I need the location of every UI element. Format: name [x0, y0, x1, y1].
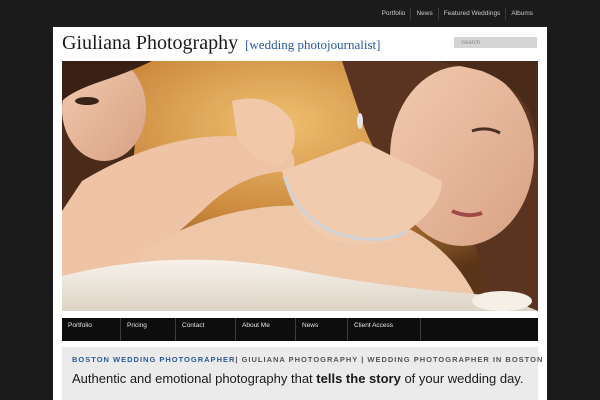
main-nav-about-me[interactable]: About Me	[236, 318, 296, 341]
keyword-line: BOSTON WEDDING PHOTOGRAPHER| GIULIANA PH…	[72, 355, 543, 364]
site-header: Giuliana Photography [wedding photojourn…	[62, 32, 381, 55]
main-nav-pricing[interactable]: Pricing	[121, 318, 176, 341]
intro-after: of your wedding day.	[400, 371, 524, 386]
main-nav: Portfolio Pricing Contact About Me News …	[62, 318, 538, 341]
top-nav-news[interactable]: News	[410, 8, 437, 20]
site-tagline: [wedding photojournalist]	[245, 37, 381, 52]
intro-text: Authentic and emotional photography that…	[72, 371, 523, 386]
top-nav-albums[interactable]: Albums	[505, 8, 538, 20]
intro-bold: tells the story	[316, 371, 401, 386]
page-container: Giuliana Photography [wedding photojourn…	[53, 27, 547, 400]
top-nav-portfolio[interactable]: Portfolio	[377, 8, 411, 20]
hero-image	[62, 61, 538, 311]
main-nav-client-access[interactable]: Client Access	[348, 318, 421, 341]
site-title[interactable]: Giuliana Photography	[62, 32, 238, 54]
top-nav: Portfolio News Featured Weddings Albums	[377, 8, 538, 20]
hero-photo	[62, 61, 538, 311]
intro-panel: BOSTON WEDDING PHOTOGRAPHER| GIULIANA PH…	[62, 347, 542, 400]
main-nav-contact[interactable]: Contact	[176, 318, 236, 341]
main-nav-news[interactable]: News	[296, 318, 348, 341]
keyword-rest: | GIULIANA PHOTOGRAPHY | WEDDING PHOTOGR…	[235, 355, 544, 364]
main-nav-portfolio[interactable]: Portfolio	[62, 318, 121, 341]
intro-before: Authentic and emotional photography that	[72, 371, 317, 386]
top-nav-featured-weddings[interactable]: Featured Weddings	[437, 8, 506, 20]
search-input[interactable]	[454, 37, 537, 48]
keyword-highlight[interactable]: BOSTON WEDDING PHOTOGRAPHER	[72, 355, 235, 364]
